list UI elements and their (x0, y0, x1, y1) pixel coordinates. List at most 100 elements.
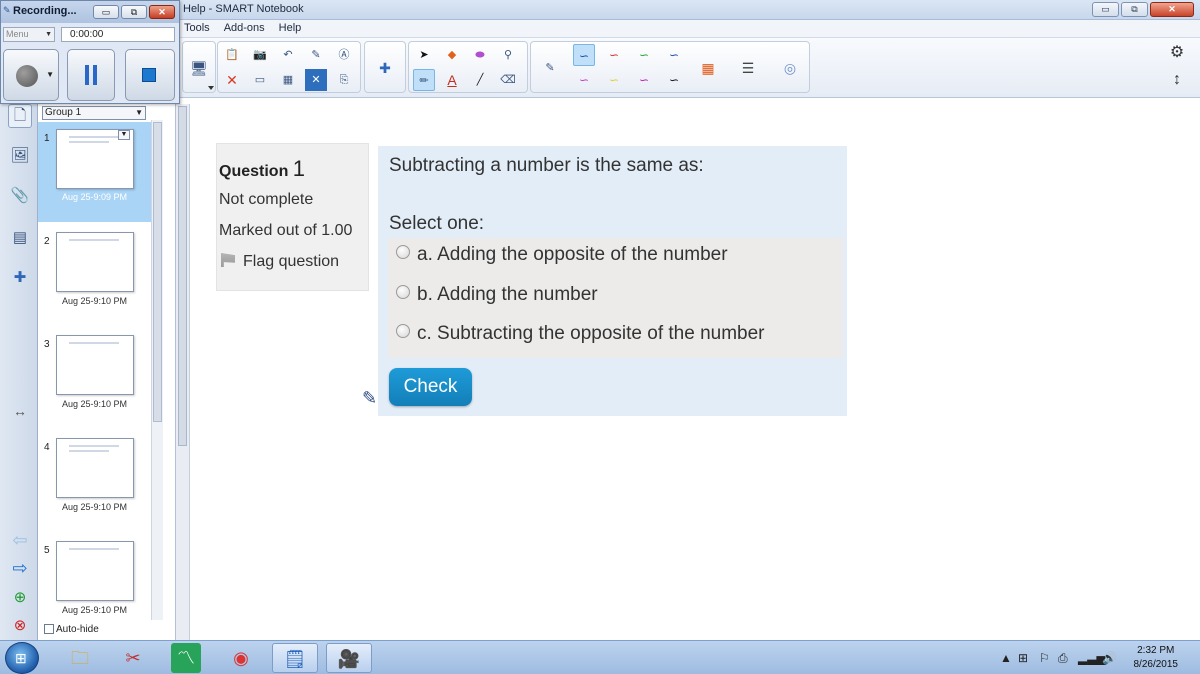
pen-style-red-icon[interactable]: ∽ (603, 44, 625, 66)
pens-icon[interactable]: ✏ (413, 69, 435, 91)
screen-capture-icon[interactable]: 📷 (249, 44, 271, 66)
group-select[interactable]: Group 1 ▼ (42, 106, 146, 120)
volume-icon[interactable]: 🔊 (1102, 651, 1117, 665)
explorer-folder-icon[interactable]: 🗀 (57, 643, 103, 673)
close-button[interactable]: ✕ (1150, 2, 1194, 17)
page-thumbnail-3[interactable]: 3 Aug 25-9:10 PM (38, 329, 151, 429)
line-icon[interactable]: ╱ (469, 69, 491, 91)
clock-time: 2:32 PM (1137, 645, 1175, 656)
pen-style-blue-icon[interactable]: ∽ (573, 44, 595, 66)
fill-icon[interactable]: ⚲ (497, 44, 519, 66)
line-style-icon[interactable]: ☰ (737, 57, 759, 79)
smart-ink-icon[interactable]: 〽 (171, 643, 201, 673)
clock-date: 8/26/2015 (1133, 659, 1179, 670)
check-button[interactable]: Check (389, 368, 472, 406)
show-hidden-icons-icon[interactable]: ▲ (1000, 651, 1012, 665)
recorder-icon[interactable]: 🎥 (326, 643, 372, 673)
screen-shade-icon[interactable]: ▭ (249, 69, 271, 91)
color-palette-icon[interactable]: ▦ (697, 57, 719, 79)
recorder-minimize-button[interactable]: ▭ (93, 5, 119, 19)
menu-help[interactable]: Help (278, 21, 303, 35)
chrome-icon[interactable]: ◉ (218, 643, 264, 673)
eraser-icon[interactable]: ⬬ (469, 44, 491, 66)
sidebar-divider-scrollbar[interactable] (176, 104, 190, 640)
flag-question-link[interactable]: Flag question (219, 253, 368, 271)
menu-tools[interactable]: Tools (183, 21, 211, 35)
eraser-tool-icon[interactable]: ⌫ (497, 69, 519, 91)
stop-button[interactable] (125, 49, 175, 101)
answer-option-c[interactable]: c. Subtracting the opposite of the numbe… (396, 323, 765, 345)
record-button[interactable]: ▼ (3, 49, 59, 101)
windows-logo-icon: ⊞ (15, 650, 27, 666)
sorter-scrollbar[interactable] (151, 120, 163, 620)
document-camera-icon[interactable]: ⎘ (333, 69, 355, 91)
page-thumbnail-5[interactable]: 5 Aug 25-9:10 PM (38, 535, 151, 635)
page-thumbnail-1[interactable]: 1 ▼ Aug 25-9:09 PM (38, 122, 151, 222)
delete-page-icon[interactable]: ⊗ (9, 618, 31, 634)
action-center-flag-icon[interactable]: ⚐ (1039, 651, 1050, 665)
select-arrow-icon[interactable]: ➤ (413, 44, 435, 66)
page-sorter-icon[interactable]: 🗋 (8, 104, 32, 128)
delete-icon[interactable]: ✕ (221, 69, 243, 91)
scrollbar-thumb[interactable] (153, 122, 162, 422)
pause-button[interactable] (67, 49, 115, 101)
pen-style-yellow-icon[interactable]: ∽ (603, 69, 625, 91)
recorder-menu-select[interactable]: Menu ▼ (3, 27, 55, 42)
paste-icon[interactable]: 📋 (221, 44, 243, 66)
page-thumbnail-2[interactable]: 2 Aug 25-9:10 PM (38, 226, 151, 326)
addons-puzzle-icon[interactable]: ✚ (8, 266, 32, 290)
move-toolbar-icon[interactable]: ↕ (1166, 69, 1188, 91)
record-dropdown-icon[interactable]: ▼ (46, 70, 54, 79)
snipping-tool-icon[interactable]: ✂ (110, 643, 156, 673)
screen-icon[interactable]: 🖥 (188, 57, 210, 79)
toolbar-group-tools: ➤ ◆ ⬬ ⚲ ✏ A ╱ ⌫ (408, 41, 528, 93)
scrollbar-thumb[interactable] (178, 106, 187, 446)
gallery-icon[interactable]: 🖼 (8, 144, 32, 168)
device-icon[interactable]: ⎙ (1058, 651, 1068, 666)
undo-icon[interactable]: ↶ (277, 44, 299, 66)
transparency-icon[interactable]: ◎ (779, 57, 801, 79)
pen-style-magenta-icon[interactable]: ∽ (633, 69, 655, 91)
recorder-close-button[interactable]: ✕ (149, 5, 175, 19)
radio-button[interactable] (396, 324, 410, 338)
text-icon[interactable]: A (441, 69, 463, 91)
page-number: 4 (44, 442, 50, 453)
recognize-icon[interactable]: Ⓐ (333, 44, 355, 66)
windows-flag-icon[interactable]: ⊞ (1018, 651, 1028, 665)
recorder-restore-button[interactable]: ⧉ (121, 5, 147, 19)
pen-style-navy-icon[interactable]: ∽ (663, 44, 685, 66)
answer-option-a[interactable]: a. Adding the opposite of the number (396, 244, 728, 266)
maximize-button[interactable]: ⧉ (1121, 2, 1148, 17)
autohide-checkbox[interactable]: Auto-hide (44, 624, 99, 635)
page-thumbnail-4[interactable]: 4 Aug 25-9:10 PM (38, 432, 151, 532)
close-shape-icon[interactable]: ✕ (305, 69, 327, 91)
start-button[interactable]: ⊞ (5, 642, 39, 674)
system-clock[interactable]: 2:32 PM 8/26/2015 (1134, 644, 1179, 672)
smart-notebook-icon[interactable]: 🗒 (272, 643, 318, 673)
minimize-button[interactable]: ▭ (1092, 2, 1119, 17)
dropdown-arrow-icon (208, 86, 214, 90)
pen-style-purple-icon[interactable]: ∽ (573, 69, 595, 91)
clear-ink-icon[interactable]: ✎ (305, 44, 327, 66)
table-icon[interactable]: ▦ (277, 69, 299, 91)
recorder-title: Recording... (13, 5, 77, 17)
answer-option-b[interactable]: b. Adding the number (396, 284, 598, 306)
page-menu-chevron-icon[interactable]: ▼ (118, 130, 130, 140)
settings-gear-icon[interactable]: ⚙ (1166, 42, 1188, 64)
shapes-icon[interactable]: ◆ (441, 44, 463, 66)
pen-style-black-icon[interactable]: ∽ (663, 69, 685, 91)
pause-icon (85, 65, 89, 85)
pen-icon[interactable]: ✎ (539, 57, 561, 79)
puzzle-icon[interactable]: ✚ (374, 57, 396, 79)
menu-addons[interactable]: Add-ons (223, 21, 266, 35)
add-page-icon[interactable]: ⊕ (9, 590, 31, 606)
properties-icon[interactable]: ▤ (8, 226, 32, 250)
resize-sidebar-icon[interactable]: ↔ (9, 403, 31, 419)
attachments-paperclip-icon[interactable]: 📎 (8, 184, 32, 208)
radio-button[interactable] (396, 285, 410, 299)
radio-button[interactable] (396, 245, 410, 259)
pen-style-green-icon[interactable]: ∽ (633, 44, 655, 66)
previous-page-arrow-icon[interactable]: ⇦ (9, 531, 31, 549)
page-preview: 5 (44, 541, 134, 601)
next-page-arrow-icon[interactable]: ⇨ (9, 559, 31, 577)
